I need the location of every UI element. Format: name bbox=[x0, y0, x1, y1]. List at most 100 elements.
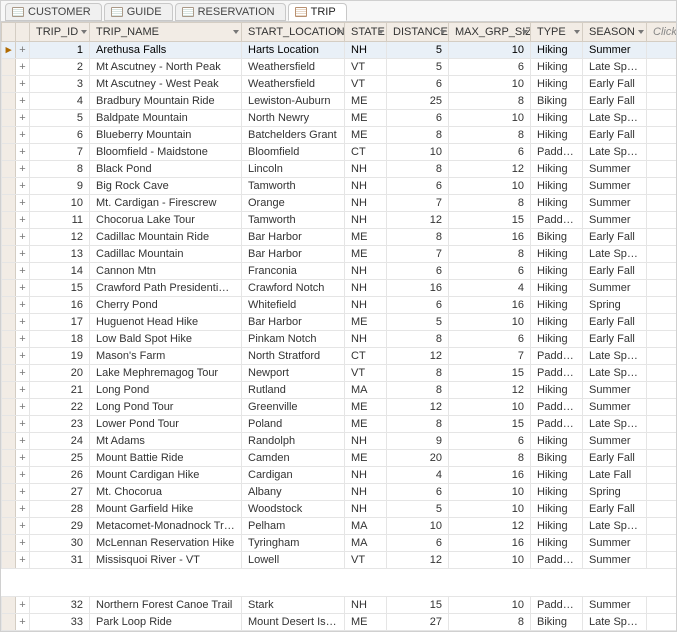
table-row[interactable]: ▸+1Arethusa FallsHarts LocationNH510Hiki… bbox=[2, 42, 677, 59]
cell-start-location[interactable]: Newport bbox=[242, 365, 345, 382]
expand-button[interactable]: + bbox=[16, 195, 30, 212]
expand-button[interactable]: + bbox=[16, 552, 30, 569]
cell-season[interactable]: Summer bbox=[583, 597, 647, 614]
cell-season[interactable]: Summer bbox=[583, 382, 647, 399]
table-row[interactable]: +18Low Bald Spot HikePinkam NotchNH86Hik… bbox=[2, 331, 677, 348]
cell-start-location[interactable]: Bloomfield bbox=[242, 144, 345, 161]
cell-trip-name[interactable]: Crawford Path Presidentials Hike bbox=[90, 280, 242, 297]
cell-start-location[interactable]: Tyringham bbox=[242, 535, 345, 552]
cell-start-location[interactable]: Lewiston-Auburn bbox=[242, 93, 345, 110]
cell-state[interactable]: NH bbox=[345, 42, 387, 59]
table-row[interactable]: +26Mount Cardigan HikeCardiganNH416Hikin… bbox=[2, 467, 677, 484]
cell-season[interactable]: Spring bbox=[583, 484, 647, 501]
expand-button[interactable]: + bbox=[16, 484, 30, 501]
cell-max-grp-size[interactable]: 10 bbox=[449, 178, 531, 195]
expand-button[interactable]: + bbox=[16, 331, 30, 348]
expand-button[interactable]: + bbox=[16, 518, 30, 535]
cell-max-grp-size[interactable]: 7 bbox=[449, 348, 531, 365]
cell-start-location[interactable]: Weathersfield bbox=[242, 59, 345, 76]
cell-type[interactable]: Hiking bbox=[531, 280, 583, 297]
cell-start-location[interactable]: Tamworth bbox=[242, 178, 345, 195]
cell-type[interactable]: Hiking bbox=[531, 331, 583, 348]
cell-click-to-add[interactable] bbox=[647, 161, 677, 178]
cell-click-to-add[interactable] bbox=[647, 263, 677, 280]
expand-button[interactable]: + bbox=[16, 42, 30, 59]
col-type[interactable]: TYPE bbox=[531, 23, 583, 42]
cell-distance[interactable]: 8 bbox=[387, 331, 449, 348]
cell-distance[interactable]: 20 bbox=[387, 450, 449, 467]
table-row[interactable]: +5Baldpate MountainNorth NewryME610Hikin… bbox=[2, 110, 677, 127]
cell-trip-id[interactable]: 13 bbox=[30, 246, 90, 263]
table-row[interactable]: +14Cannon MtnFranconiaNH66HikingEarly Fa… bbox=[2, 263, 677, 280]
cell-max-grp-size[interactable]: 16 bbox=[449, 535, 531, 552]
cell-season[interactable]: Early Fall bbox=[583, 331, 647, 348]
cell-click-to-add[interactable] bbox=[647, 246, 677, 263]
cell-max-grp-size[interactable]: 12 bbox=[449, 518, 531, 535]
col-season[interactable]: SEASON bbox=[583, 23, 647, 42]
table-row[interactable]: +9Big Rock CaveTamworthNH610HikingSummer bbox=[2, 178, 677, 195]
cell-trip-id[interactable]: 20 bbox=[30, 365, 90, 382]
expand-button[interactable]: + bbox=[16, 76, 30, 93]
cell-type[interactable]: Paddling bbox=[531, 416, 583, 433]
record-selector[interactable] bbox=[2, 467, 16, 484]
cell-start-location[interactable]: Lowell bbox=[242, 552, 345, 569]
cell-season[interactable]: Late Spring bbox=[583, 110, 647, 127]
cell-start-location[interactable]: Franconia bbox=[242, 263, 345, 280]
cell-season[interactable]: Late Fall bbox=[583, 467, 647, 484]
cell-state[interactable]: NH bbox=[345, 433, 387, 450]
cell-max-grp-size[interactable]: 6 bbox=[449, 263, 531, 280]
cell-max-grp-size[interactable]: 16 bbox=[449, 297, 531, 314]
record-selector[interactable] bbox=[2, 178, 16, 195]
table-row[interactable]: +24Mt AdamsRandolphNH96HikingSummer bbox=[2, 433, 677, 450]
cell-type[interactable]: Biking bbox=[531, 93, 583, 110]
cell-max-grp-size[interactable]: 6 bbox=[449, 59, 531, 76]
record-selector[interactable] bbox=[2, 518, 16, 535]
expand-button[interactable]: + bbox=[16, 280, 30, 297]
cell-click-to-add[interactable] bbox=[647, 127, 677, 144]
cell-trip-name[interactable]: Bloomfield - Maidstone bbox=[90, 144, 242, 161]
cell-trip-id[interactable]: 16 bbox=[30, 297, 90, 314]
cell-type[interactable]: Hiking bbox=[531, 382, 583, 399]
cell-start-location[interactable]: Camden bbox=[242, 450, 345, 467]
cell-trip-id[interactable]: 12 bbox=[30, 229, 90, 246]
cell-distance[interactable]: 27 bbox=[387, 614, 449, 631]
cell-trip-id[interactable]: 28 bbox=[30, 501, 90, 518]
table-row[interactable]: +2Mt Ascutney - North PeakWeathersfieldV… bbox=[2, 59, 677, 76]
cell-state[interactable]: NH bbox=[345, 331, 387, 348]
expand-button[interactable]: + bbox=[16, 597, 30, 614]
cell-start-location[interactable]: Tamworth bbox=[242, 212, 345, 229]
cell-trip-id[interactable]: 31 bbox=[30, 552, 90, 569]
cell-trip-id[interactable]: 32 bbox=[30, 597, 90, 614]
record-selector[interactable] bbox=[2, 76, 16, 93]
table-row[interactable]: +7Bloomfield - MaidstoneBloomfieldCT106P… bbox=[2, 144, 677, 161]
cell-season[interactable]: Summer bbox=[583, 178, 647, 195]
cell-state[interactable]: VT bbox=[345, 59, 387, 76]
cell-type[interactable]: Paddling bbox=[531, 212, 583, 229]
record-selector[interactable] bbox=[2, 365, 16, 382]
cell-trip-id[interactable]: 27 bbox=[30, 484, 90, 501]
cell-start-location[interactable]: Cardigan bbox=[242, 467, 345, 484]
cell-click-to-add[interactable] bbox=[647, 399, 677, 416]
expand-button[interactable]: + bbox=[16, 399, 30, 416]
cell-season[interactable]: Spring bbox=[583, 297, 647, 314]
cell-click-to-add[interactable] bbox=[647, 614, 677, 631]
record-selector[interactable] bbox=[2, 212, 16, 229]
record-selector[interactable] bbox=[2, 127, 16, 144]
tab-customer[interactable]: CUSTOMER bbox=[5, 3, 102, 21]
cell-type[interactable]: Hiking bbox=[531, 127, 583, 144]
table-row[interactable]: +23Lower Pond TourPolandME815PaddlingLat… bbox=[2, 416, 677, 433]
cell-max-grp-size[interactable]: 8 bbox=[449, 450, 531, 467]
cell-type[interactable]: Hiking bbox=[531, 59, 583, 76]
cell-max-grp-size[interactable]: 10 bbox=[449, 42, 531, 59]
cell-distance[interactable]: 8 bbox=[387, 416, 449, 433]
cell-trip-id[interactable]: 4 bbox=[30, 93, 90, 110]
tab-trip[interactable]: TRIP bbox=[288, 3, 347, 21]
cell-distance[interactable]: 6 bbox=[387, 297, 449, 314]
cell-click-to-add[interactable] bbox=[647, 535, 677, 552]
record-selector[interactable] bbox=[2, 93, 16, 110]
cell-trip-name[interactable]: Mt. Cardigan - Firescrew bbox=[90, 195, 242, 212]
expand-button[interactable]: + bbox=[16, 212, 30, 229]
cell-start-location[interactable]: Weathersfield bbox=[242, 76, 345, 93]
cell-max-grp-size[interactable]: 8 bbox=[449, 93, 531, 110]
cell-click-to-add[interactable] bbox=[647, 382, 677, 399]
